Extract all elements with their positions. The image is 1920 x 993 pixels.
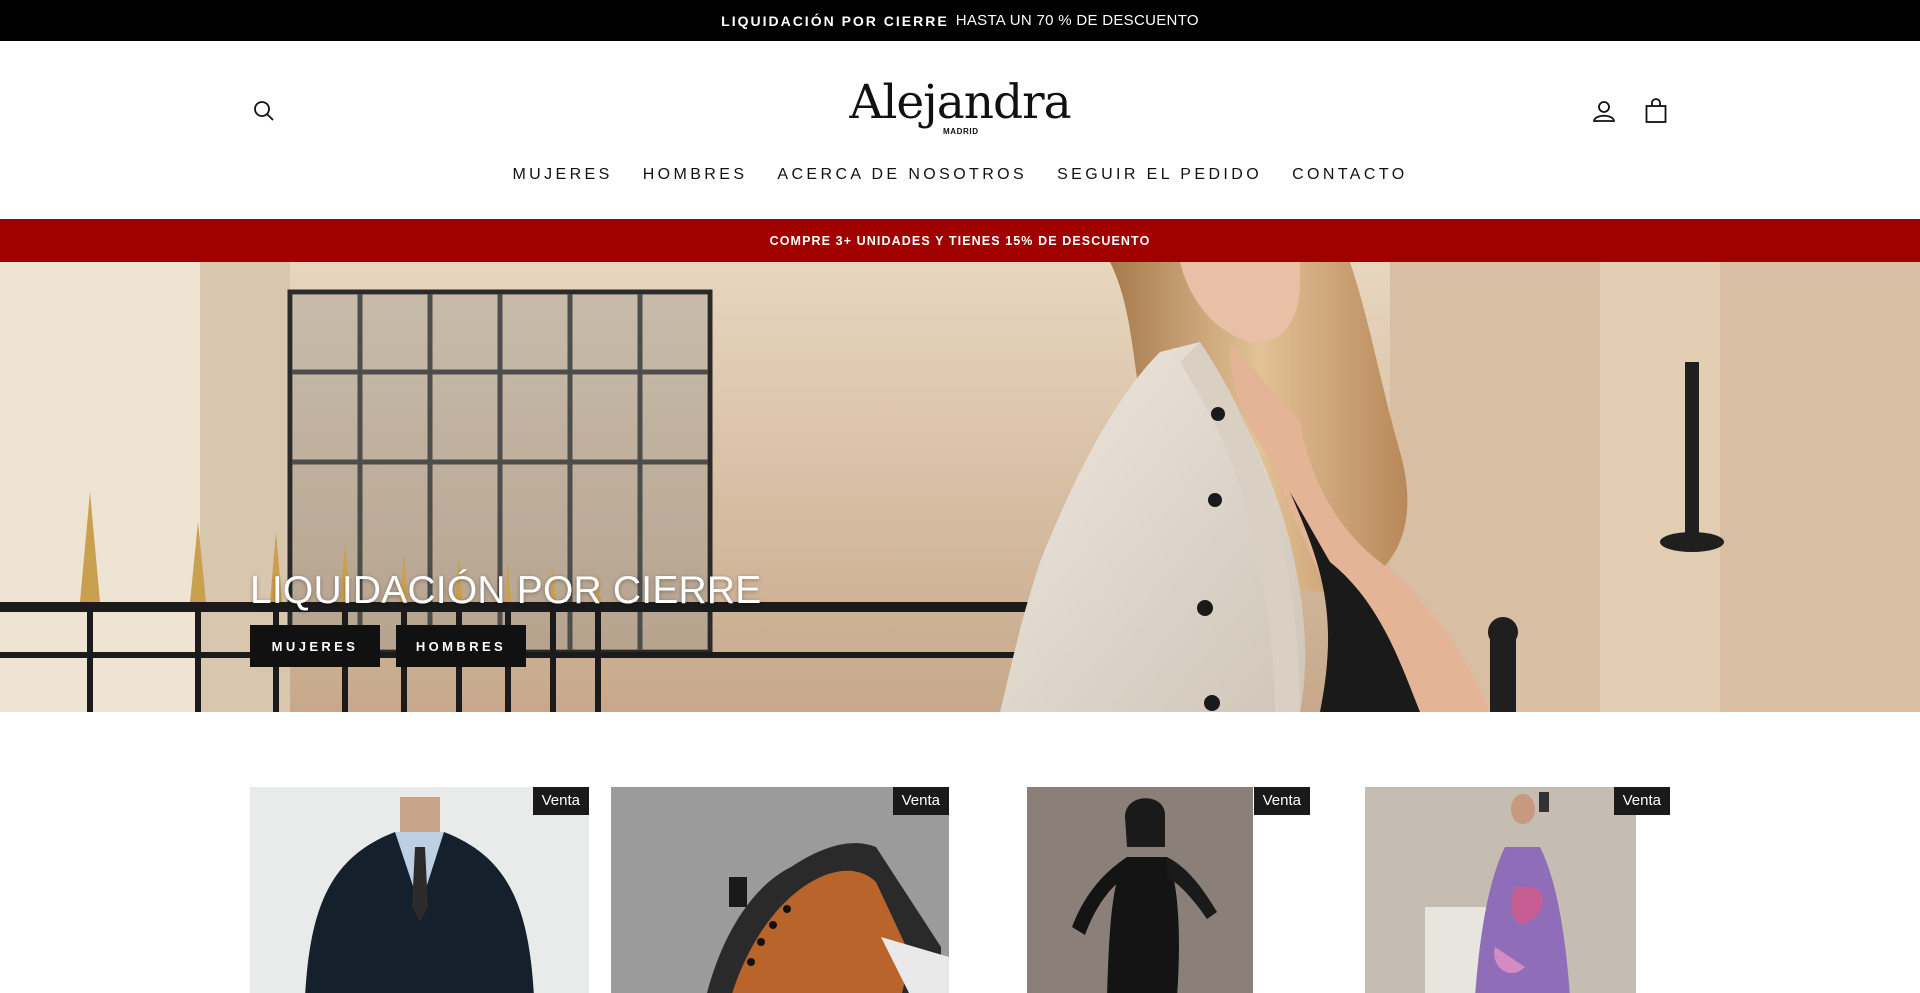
logo-subtitle: MADRID [943,127,979,136]
account-icon[interactable] [1586,93,1622,129]
search-icon[interactable] [246,93,282,129]
product-card[interactable]: Venta [1027,787,1310,993]
hero-content: LIQUIDACIÓN POR CIERRE MUJERES HOMBRES [250,568,761,667]
hero-banner: LIQUIDACIÓN POR CIERRE MUJERES HOMBRES [0,262,1920,712]
announcement-strong: LIQUIDACIÓN POR CIERRE [721,12,949,29]
product-card[interactable]: Venta [611,787,949,993]
product-card[interactable]: Venta [250,787,589,993]
nav-item-hombres[interactable]: HOMBRES [628,165,763,185]
promo-bar: COMPRE 3+ UNIDADES Y TIENES 15% DE DESCU… [0,219,1920,262]
site-header: Alejandra MADRID MUJERES HOMBRES ACERCA … [0,41,1920,219]
product-grid: Venta Venta Venta Venta [0,712,1920,993]
announcement-light: HASTA UN 70 % DE DESCUENTO [955,12,1199,29]
product-image-dress [1365,787,1670,993]
product-badge: Venta [532,787,589,815]
nav-item-seguir-pedido[interactable]: SEGUIR EL PEDIDO [1042,165,1277,185]
product-card[interactable]: Venta [1365,787,1670,993]
nav-item-contacto[interactable]: CONTACTO [1277,165,1423,185]
hero-buttons: MUJERES HOMBRES [250,625,761,667]
product-badge: Venta [1613,787,1670,815]
main-nav: MUJERES HOMBRES ACERCA DE NOSOTROS SEGUI… [0,165,1920,185]
hero-title: LIQUIDACIÓN POR CIERRE [250,569,762,612]
hero-button-hombres[interactable]: HOMBRES [396,625,526,667]
site-logo[interactable]: Alejandra MADRID [830,77,1090,145]
product-image-jumpsuit [1027,787,1310,993]
logo-wordmark: Alejandra [849,75,1071,130]
nav-item-mujeres[interactable]: MUJERES [497,165,627,185]
product-badge: Venta [1253,787,1310,815]
product-image-sneaker [611,787,949,993]
product-badge: Venta [892,787,949,815]
shopping-bag-icon[interactable] [1638,93,1674,129]
promo-text: COMPRE 3+ UNIDADES Y TIENES 15% DE DESCU… [769,233,1151,248]
product-image-suit [250,787,589,993]
announcement-bar: LIQUIDACIÓN POR CIERRE HASTA UN 70 % DE … [0,0,1920,41]
nav-item-acerca[interactable]: ACERCA DE NOSOTROS [762,165,1042,185]
hero-button-mujeres[interactable]: MUJERES [250,625,380,667]
